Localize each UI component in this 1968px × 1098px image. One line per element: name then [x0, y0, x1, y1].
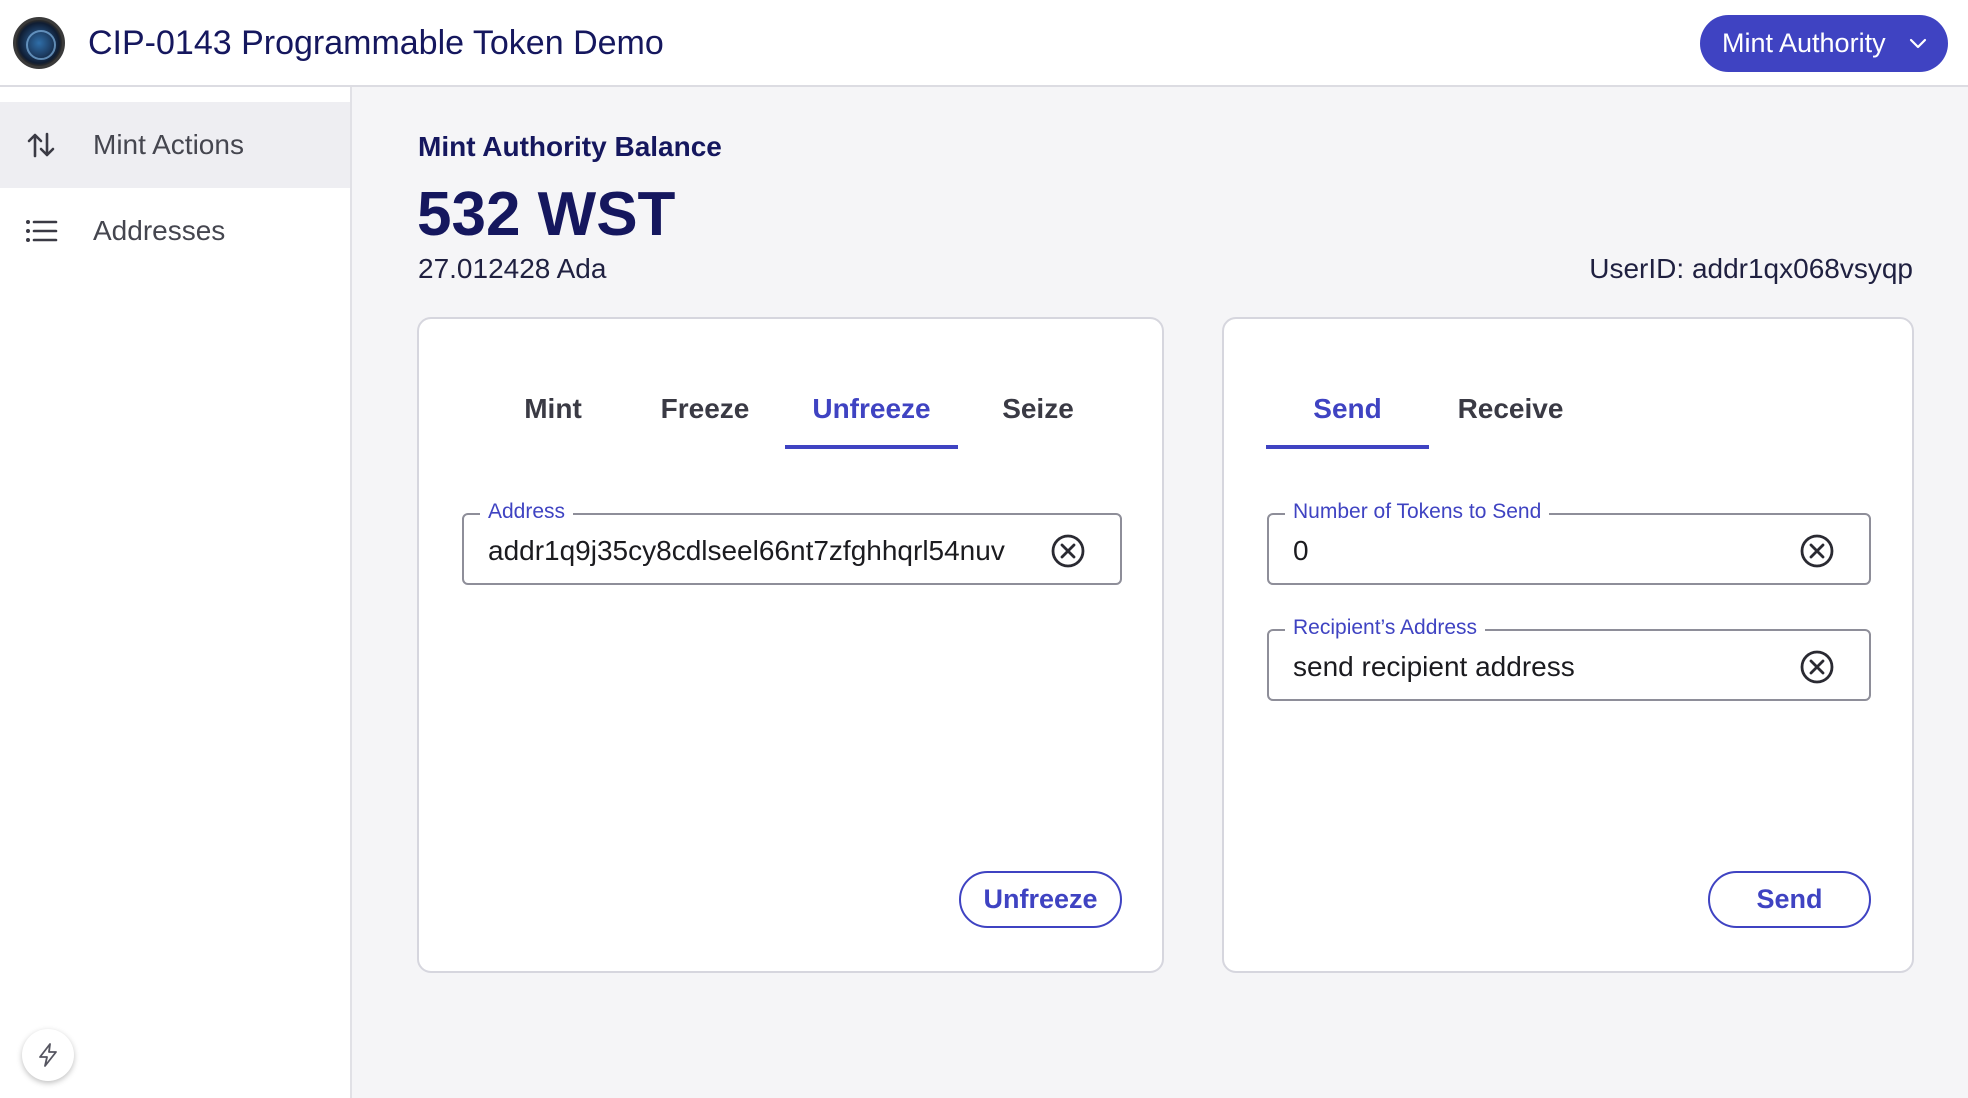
recipient-field-label: Recipient’s Address — [1285, 616, 1486, 640]
tab-seize[interactable]: Seize — [958, 319, 1118, 449]
mint-actions-card: Mint Freeze Unfreeze Seize Address addr1… — [417, 317, 1164, 973]
tab-label: Freeze — [660, 393, 750, 424]
role-selector-label: Mint Authority — [1722, 28, 1886, 58]
tab-send[interactable]: Send — [1266, 319, 1429, 449]
balance-label: Mint Authority Balance — [418, 131, 722, 162]
transfer-card: Send Receive Number of Tokens to Send 0 … — [1222, 317, 1914, 973]
lightning-icon — [39, 1043, 57, 1067]
tab-unfreeze[interactable]: Unfreeze — [785, 319, 958, 449]
recipient-input[interactable]: send recipient address — [1293, 651, 1779, 683]
unfreeze-button[interactable]: Unfreeze — [959, 871, 1122, 928]
app-title: CIP-0143 Programmable Token Demo — [88, 24, 664, 62]
ada-balance: 27.012428 Ada — [418, 253, 607, 284]
app-header: CIP-0143 Programmable Token Demo Mint Au… — [0, 0, 1968, 87]
sidebar-item-addresses[interactable]: Addresses — [0, 188, 350, 274]
sidebar-item-label: Mint Actions — [93, 129, 244, 160]
recipient-address-field[interactable]: Recipient’s Address send recipient addre… — [1267, 616, 1871, 701]
clear-circle-icon[interactable] — [1799, 533, 1835, 569]
chevron-down-icon — [1909, 38, 1927, 49]
tab-label: Mint — [524, 393, 582, 424]
address-field-label: Address — [480, 500, 574, 524]
address-input[interactable]: addr1q9j35cy8cdlseel66nt7zfghhqrl54nuv — [488, 535, 1030, 567]
address-field[interactable]: Address addr1q9j35cy8cdlseel66nt7zfghhqr… — [462, 500, 1122, 585]
tab-label: Unfreeze — [812, 393, 931, 424]
tab-label: Send — [1313, 393, 1382, 424]
list-icon — [26, 220, 58, 242]
tab-freeze[interactable]: Freeze — [625, 319, 785, 449]
main-content: Mint Authority Balance 532 WST 27.012428… — [352, 87, 1968, 1098]
tokens-input[interactable]: 0 — [1293, 535, 1779, 567]
tab-mint[interactable]: Mint — [481, 319, 625, 449]
tab-receive[interactable]: Receive — [1429, 319, 1592, 449]
user-id: UserID: addr1qx068vsyqp — [1589, 253, 1913, 284]
sidebar-item-mint-actions[interactable]: Mint Actions — [0, 102, 350, 188]
swap-vertical-icon — [27, 132, 55, 158]
role-selector-button[interactable]: Mint Authority — [1700, 15, 1948, 72]
sidebar-item-label: Addresses — [93, 215, 226, 246]
tokens-field-label: Number of Tokens to Send — [1285, 500, 1550, 524]
tab-label: Receive — [1457, 393, 1564, 424]
tokens-to-send-field[interactable]: Number of Tokens to Send 0 — [1267, 500, 1871, 585]
clear-circle-icon[interactable] — [1050, 533, 1086, 569]
quick-action-button[interactable] — [22, 1029, 74, 1081]
app-logo — [13, 17, 65, 69]
tab-label: Seize — [1002, 393, 1074, 424]
sidebar: Mint Actions Addresses — [0, 87, 352, 1098]
clear-circle-icon[interactable] — [1799, 649, 1835, 685]
send-button[interactable]: Send — [1708, 871, 1871, 928]
token-balance: 532 WST — [417, 180, 676, 249]
